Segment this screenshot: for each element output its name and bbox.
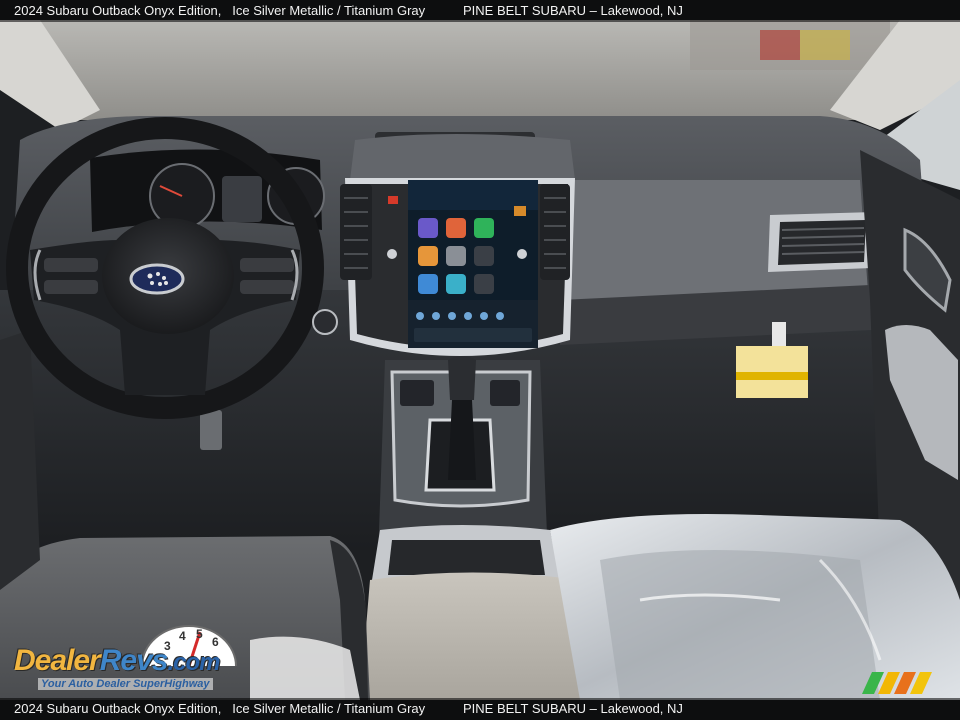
caption-dealer: PINE BELT SUBARU <box>463 3 587 18</box>
caption-vehicle: 2024 Subaru Outback Onyx Edition, <box>14 3 222 18</box>
caption-vehicle-bottom: 2024 Subaru Outback Onyx Edition, <box>14 701 222 716</box>
watermark-brand: DealerRevs.com <box>14 644 220 678</box>
caption-vehicle-line-bottom: 2024 Subaru Outback Onyx Edition, Ice Si… <box>14 698 425 720</box>
caption-vehicle-line: 2024 Subaru Outback Onyx Edition, Ice Si… <box>14 0 425 22</box>
caption-bar-bottom: 2024 Subaru Outback Onyx Edition, Ice Si… <box>0 698 960 720</box>
watermark-brand-revs: Revs <box>99 644 169 677</box>
caption-dealer-line: PINE BELT SUBARU – Lakewood, NJ <box>463 3 683 18</box>
caption-dealer-bottom: PINE BELT SUBARU <box>463 701 587 716</box>
caption-dealer-line-bottom: PINE BELT SUBARU – Lakewood, NJ <box>463 701 683 716</box>
watermark-brand-com: .com <box>167 649 220 676</box>
gauge-number-4: 4 <box>179 629 186 643</box>
interior-photo <box>0 0 960 720</box>
caption-location-bottom: Lakewood, NJ <box>600 701 683 716</box>
watermark-tagline: Your Auto Dealer SuperHighway <box>38 678 213 690</box>
caption-colors-bottom: Ice Silver Metallic / Titanium Gray <box>232 701 426 716</box>
caption-bar-top: 2024 Subaru Outback Onyx Edition, Ice Si… <box>0 0 960 22</box>
caption-colors: Ice Silver Metallic / Titanium Gray <box>232 3 426 18</box>
gauge-number-5: 5 <box>196 627 203 641</box>
watermark-brand-dealer: Dealer <box>14 644 101 677</box>
caption-location: Lakewood, NJ <box>600 3 683 18</box>
stripes-logo-icon <box>862 672 932 694</box>
dealerrevs-watermark: 3 4 5 6 DealerRevs.com Your Auto Dealer … <box>10 622 270 698</box>
